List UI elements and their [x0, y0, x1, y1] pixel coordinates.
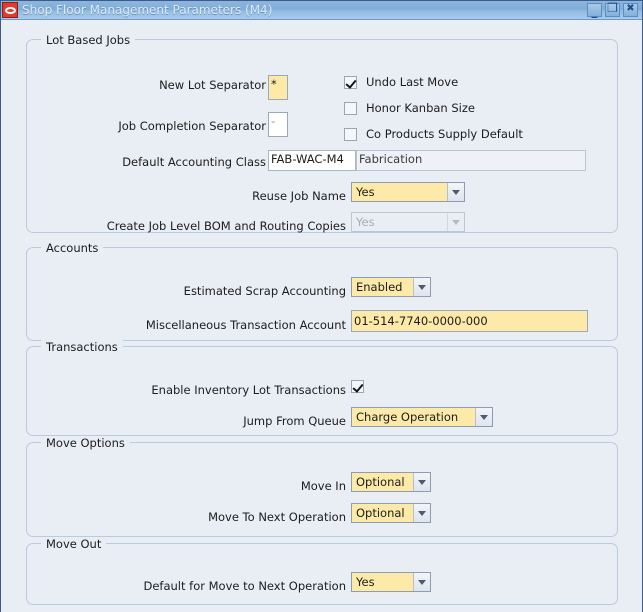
move-to-next-operation-select[interactable]: Optional: [351, 503, 431, 523]
create-job-level-bom-select: Yes: [351, 212, 465, 232]
window-controls: _ ❐ ✖: [587, 1, 641, 17]
chevron-down-icon[interactable]: [447, 183, 464, 201]
default-accounting-class-description: Fabrication: [356, 150, 586, 171]
form-canvas: Lot Based Jobs New Lot Separator * Job C…: [1, 20, 642, 612]
maximize-button[interactable]: ❐: [605, 1, 620, 17]
chevron-down-icon[interactable]: [413, 504, 430, 522]
label-job-completion-separator: Job Completion Separator: [118, 119, 266, 133]
label-default-for-move-to-next-operation: Default for Move to Next Operation: [143, 579, 346, 593]
default-accounting-class-input[interactable]: FAB-WAC-M4: [268, 150, 356, 171]
jump-from-queue-select[interactable]: Charge Operation: [351, 407, 493, 427]
label-jump-from-queue: Jump From Queue: [243, 414, 346, 428]
job-completion-separator-input[interactable]: -: [268, 112, 288, 137]
label-create-job-level-bom: Create Job Level BOM and Routing Copies: [106, 219, 346, 233]
co-products-supply-default-label: Co Products Supply Default: [366, 127, 523, 141]
chevron-down-icon: [447, 213, 464, 231]
label-default-accounting-class: Default Accounting Class: [122, 155, 266, 169]
estimated-scrap-accounting-value: Enabled: [356, 280, 403, 294]
enable-inventory-lot-transactions-checkbox[interactable]: [351, 380, 364, 393]
estimated-scrap-accounting-select[interactable]: Enabled: [351, 277, 431, 297]
default-for-move-to-next-operation-select[interactable]: Yes: [351, 572, 431, 592]
create-job-level-bom-value: Yes: [356, 215, 375, 229]
undo-last-move-checkbox[interactable]: [344, 75, 357, 89]
label-estimated-scrap-accounting: Estimated Scrap Accounting: [183, 284, 346, 298]
move-to-next-operation-value: Optional: [356, 506, 405, 520]
checkbox-row-honor-kanban-size[interactable]: Honor Kanban Size: [344, 101, 475, 115]
group-legend-move-options: Move Options: [41, 436, 130, 450]
undo-last-move-label: Undo Last Move: [366, 75, 459, 89]
close-icon: ✖: [626, 3, 635, 14]
group-legend-move-out: Move Out: [41, 537, 107, 551]
reuse-job-name-select[interactable]: Yes: [351, 182, 465, 202]
title-bar: Shop Floor Management Parameters (M4) _ …: [1, 1, 642, 20]
application-window: Shop Floor Management Parameters (M4) _ …: [0, 0, 643, 612]
maximize-icon: ❐: [607, 1, 618, 15]
move-in-select[interactable]: Optional: [351, 472, 431, 492]
minimize-icon: _: [591, 4, 598, 18]
label-reuse-job-name: Reuse Job Name: [252, 189, 346, 203]
group-legend-transactions: Transactions: [41, 340, 123, 354]
close-button[interactable]: ✖: [623, 3, 638, 17]
label-enable-inventory-lot-transactions: Enable Inventory Lot Transactions: [151, 383, 346, 397]
default-for-move-to-next-operation-value: Yes: [356, 575, 375, 589]
label-new-lot-separator: New Lot Separator: [159, 78, 266, 92]
chevron-down-icon[interactable]: [413, 573, 430, 591]
oracle-logo-icon: [2, 2, 18, 18]
minimize-button[interactable]: _: [587, 3, 602, 17]
reuse-job-name-value: Yes: [356, 185, 375, 199]
label-move-in: Move In: [300, 479, 346, 493]
chevron-down-icon[interactable]: [475, 408, 492, 426]
jump-from-queue-value: Charge Operation: [356, 410, 459, 424]
honor-kanban-size-checkbox[interactable]: [344, 101, 357, 115]
new-lot-separator-input[interactable]: *: [268, 75, 288, 100]
chevron-down-icon[interactable]: [413, 473, 430, 491]
honor-kanban-size-label: Honor Kanban Size: [366, 101, 475, 115]
chevron-down-icon[interactable]: [413, 278, 430, 296]
label-misc-transaction-account: Miscellaneous Transaction Account: [145, 318, 346, 332]
co-products-supply-default-checkbox[interactable]: [344, 127, 357, 141]
group-legend-lot-based-jobs: Lot Based Jobs: [41, 33, 136, 47]
label-move-to-next-operation: Move To Next Operation: [208, 510, 346, 524]
misc-transaction-account-input[interactable]: 01-514-7740-0000-000: [351, 310, 588, 332]
checkbox-row-undo-last-move[interactable]: Undo Last Move: [344, 75, 458, 89]
window-title: Shop Floor Management Parameters (M4): [22, 3, 273, 17]
checkbox-row-co-products-supply-default[interactable]: Co Products Supply Default: [344, 127, 523, 141]
move-in-value: Optional: [356, 475, 405, 489]
group-legend-accounts: Accounts: [41, 241, 104, 255]
